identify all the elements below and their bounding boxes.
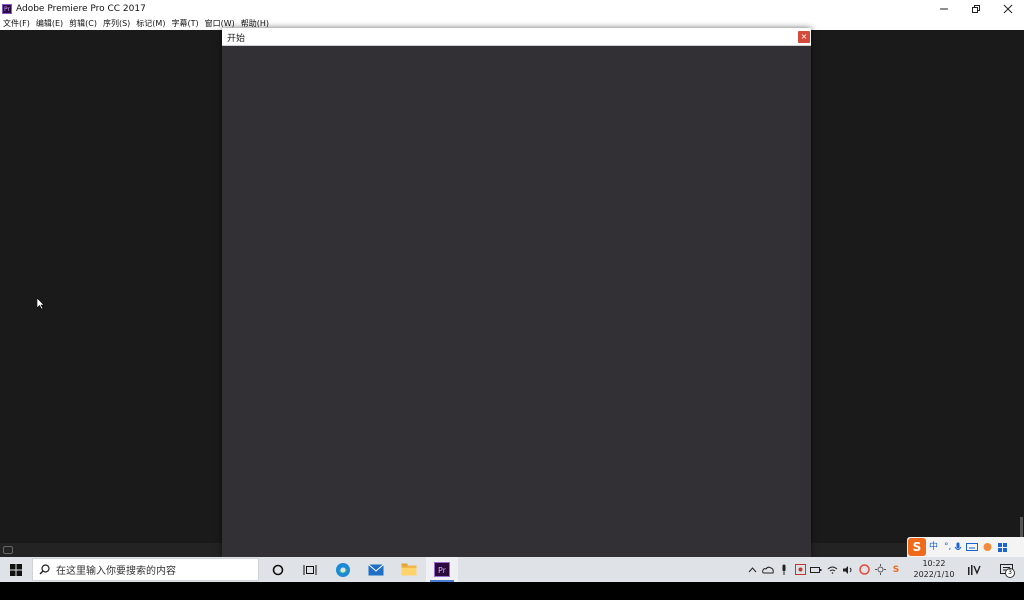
notification-center-button[interactable]: 3 (994, 557, 1020, 582)
microphone-icon[interactable] (778, 564, 790, 576)
edge-icon (336, 562, 350, 577)
premiere-taskbar-button[interactable]: Pr (426, 557, 458, 582)
ime-toolbar: S 中 °, (907, 537, 1024, 557)
task-view-button[interactable] (294, 557, 326, 582)
volume-icon[interactable] (842, 564, 854, 576)
ime-punct-toggle[interactable]: °, (941, 537, 954, 557)
focus-assist-button[interactable] (960, 557, 988, 582)
onedrive-icon[interactable] (762, 564, 774, 576)
cortana-icon (272, 564, 284, 575)
menu-file[interactable]: 文件(F) (0, 18, 33, 29)
dialog-title: 开始 (227, 34, 246, 44)
notification-count-badge: 3 (1005, 568, 1015, 578)
taskbar-clock[interactable]: 10:22 2022/1/10 (910, 558, 958, 580)
close-icon (1003, 4, 1013, 13)
app-title-bar: Pr Adobe Premiere Pro CC 2017 (0, 0, 1024, 17)
window-title: Adobe Premiere Pro CC 2017 (16, 3, 146, 14)
menu-marker[interactable]: 标记(M) (133, 18, 168, 29)
menu-title[interactable]: 字幕(T) (168, 18, 201, 29)
mouse-cursor-icon (37, 298, 45, 310)
restore-icon (972, 4, 980, 13)
taskbar-search-box[interactable]: 在这里输入你要搜索的内容 (32, 558, 259, 581)
antivirus-icon[interactable] (858, 564, 870, 576)
screen-bottom-border (0, 582, 1024, 600)
dialog-close-button[interactable]: × (798, 31, 810, 43)
screenshot-tool-icon[interactable] (794, 564, 806, 576)
start-dialog: 开始 × (222, 28, 811, 557)
close-window-button[interactable] (992, 0, 1024, 17)
clock-time: 10:22 (922, 559, 946, 568)
premiere-app-icon: Pr (2, 3, 12, 14)
battery-icon[interactable] (810, 564, 822, 576)
ime-skin-icon[interactable] (982, 542, 993, 552)
menu-edit[interactable]: 编辑(E) (33, 18, 66, 29)
cortana-button[interactable] (262, 557, 294, 582)
menu-clip[interactable]: 剪辑(C) (66, 18, 100, 29)
ime-keyboard-icon[interactable] (966, 542, 979, 552)
ime-mode-toggle[interactable]: 中 (926, 537, 941, 557)
signal-bars-icon (967, 564, 981, 575)
taskbar: 在这里输入你要搜索的内容 Pr S 10:22 2022/1/10 3 (0, 557, 1024, 582)
edge-button[interactable] (327, 557, 359, 582)
brightness-icon[interactable] (874, 564, 886, 576)
clock-date: 2022/1/10 (913, 570, 955, 579)
file-explorer-button[interactable] (393, 557, 425, 582)
minimize-button[interactable] (928, 0, 960, 17)
system-tray: S (744, 557, 904, 582)
sogou-ime-logo[interactable]: S (908, 538, 926, 556)
task-view-icon (303, 564, 317, 575)
ime-toolbox-icon[interactable] (997, 542, 1008, 552)
sogou-tray-icon[interactable]: S (890, 564, 902, 576)
mail-icon (368, 564, 384, 576)
file-explorer-icon (401, 563, 417, 576)
menu-sequence[interactable]: 序列(S) (100, 18, 133, 29)
dialog-header: 开始 × (222, 28, 811, 46)
restore-button[interactable] (960, 0, 992, 17)
search-placeholder: 在这里输入你要搜索的内容 (56, 566, 176, 577)
status-strip-icon[interactable] (3, 546, 13, 554)
wifi-icon[interactable] (826, 564, 838, 576)
premiere-pro-icon: Pr (434, 562, 450, 577)
mail-button[interactable] (360, 557, 392, 582)
ime-voice-icon[interactable] (954, 542, 962, 553)
search-icon (39, 564, 50, 575)
window-controls (928, 0, 1024, 17)
workspace-scrollbar[interactable] (1020, 517, 1023, 537)
minimize-icon (940, 8, 948, 9)
windows-logo-icon (10, 563, 22, 576)
start-button[interactable] (0, 557, 32, 582)
tray-overflow-chevron-icon[interactable] (746, 564, 758, 576)
